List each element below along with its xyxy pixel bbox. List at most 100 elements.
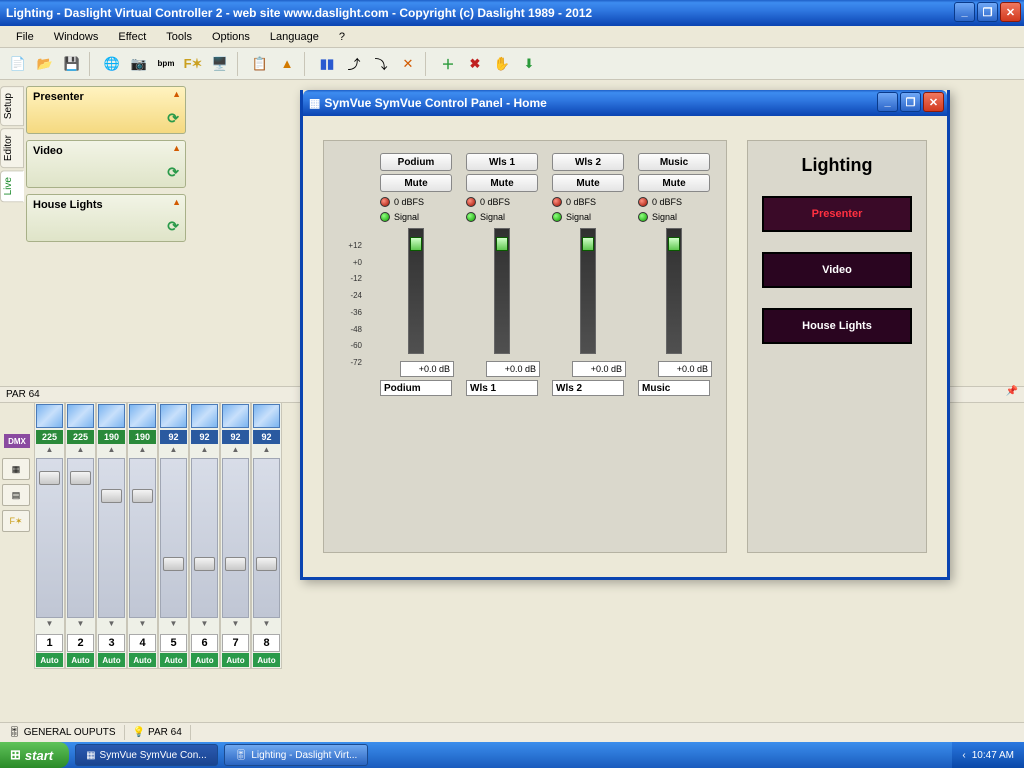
tool-camera-icon[interactable]: 📷 xyxy=(127,52,151,76)
menu-file[interactable]: File xyxy=(8,29,42,45)
vtab-setup[interactable]: Setup xyxy=(0,86,24,126)
fader-track[interactable] xyxy=(253,458,280,618)
symvue-maximize-button[interactable]: ❐ xyxy=(900,92,921,112)
channel-name-field[interactable]: Wls 1 xyxy=(466,380,538,396)
meter-slider-handle[interactable] xyxy=(582,237,594,251)
side-grid-icon[interactable]: ▦ xyxy=(2,458,30,480)
tool-export-up-icon[interactable]: ⤴ xyxy=(342,52,366,76)
menu-language[interactable]: Language xyxy=(262,29,327,45)
tool-shuffle-icon[interactable]: ✕ xyxy=(396,52,420,76)
side-panel-icon[interactable]: ▤ xyxy=(2,484,30,506)
level-meter[interactable] xyxy=(666,228,682,354)
fader-handle[interactable] xyxy=(194,557,215,571)
fader-track[interactable] xyxy=(191,458,218,618)
fader-auto-button[interactable]: Auto xyxy=(160,653,187,667)
fader-auto-button[interactable]: Auto xyxy=(222,653,249,667)
scene-presenter[interactable]: Presenter ▲ ⟳ xyxy=(26,86,186,134)
channel-name-field[interactable]: Music xyxy=(638,380,710,396)
fader-track[interactable] xyxy=(160,458,187,618)
fader-track[interactable] xyxy=(98,458,125,618)
fader-handle[interactable] xyxy=(225,557,246,571)
arrow-up-icon[interactable]: ▲ xyxy=(170,445,178,457)
lighting-video-button[interactable]: Video xyxy=(762,252,912,288)
menu-tools[interactable]: Tools xyxy=(158,29,200,45)
mute-button[interactable]: Mute xyxy=(380,174,452,192)
arrow-down-icon[interactable]: ▼ xyxy=(108,619,116,631)
channel-label-button[interactable]: Wls 2 xyxy=(552,153,624,171)
channel-name-field[interactable]: Podium xyxy=(380,380,452,396)
tool-fx-icon[interactable]: F✶ xyxy=(181,52,205,76)
tool-new-icon[interactable]: 📄 xyxy=(6,52,30,76)
fader-auto-button[interactable]: Auto xyxy=(67,653,94,667)
pushpin-icon[interactable]: 📌 xyxy=(1006,386,1018,397)
scene-video[interactable]: Video ▲ ⟳ xyxy=(26,140,186,188)
btab-general[interactable]: 🎚 GENERAL OUPUTS xyxy=(0,725,125,740)
vtab-editor[interactable]: Editor xyxy=(0,128,24,168)
fader-auto-button[interactable]: Auto xyxy=(253,653,280,667)
mute-button[interactable]: Mute xyxy=(552,174,624,192)
tool-bpm-icon[interactable]: bpm xyxy=(154,52,178,76)
fader-handle[interactable] xyxy=(70,471,91,485)
tool-page-icon[interactable]: 📋 xyxy=(248,52,272,76)
level-meter[interactable] xyxy=(408,228,424,354)
fader-handle[interactable] xyxy=(163,557,184,571)
channel-label-button[interactable]: Podium xyxy=(380,153,452,171)
level-meter[interactable] xyxy=(580,228,596,354)
scene-house-lights[interactable]: House Lights ▲ ⟳ xyxy=(26,194,186,242)
arrow-up-icon[interactable]: ▲ xyxy=(46,445,54,457)
lighting-house-button[interactable]: House Lights xyxy=(762,308,912,344)
fixture-thumb-icon[interactable] xyxy=(67,404,94,428)
fader-handle[interactable] xyxy=(132,489,153,503)
arrow-down-icon[interactable]: ▼ xyxy=(46,619,54,631)
btab-par64[interactable]: 💡 PAR 64 xyxy=(125,725,191,740)
arrow-up-icon[interactable]: ▲ xyxy=(201,445,209,457)
maximize-button[interactable]: ❐ xyxy=(977,2,998,22)
arrow-down-icon[interactable]: ▼ xyxy=(139,619,147,631)
close-button[interactable]: ✕ xyxy=(1000,2,1021,22)
vtab-live[interactable]: Live xyxy=(0,170,24,202)
channel-label-button[interactable]: Wls 1 xyxy=(466,153,538,171)
menu-windows[interactable]: Windows xyxy=(46,29,107,45)
fader-handle[interactable] xyxy=(101,489,122,503)
mute-button[interactable]: Mute xyxy=(466,174,538,192)
symvue-titlebar[interactable]: ▦ SymVue SymVue Control Panel - Home _ ❐… xyxy=(303,90,947,116)
fixture-thumb-icon[interactable] xyxy=(129,404,156,428)
task-symvue[interactable]: ▦ SymVue SymVue Con... xyxy=(75,744,218,766)
task-daslight[interactable]: 🎚 Lighting - Daslight Virt... xyxy=(224,744,369,766)
arrow-up-icon[interactable]: ▲ xyxy=(263,445,271,457)
fader-track[interactable] xyxy=(36,458,63,618)
tool-add-icon[interactable]: ＋ xyxy=(436,52,460,76)
symvue-minimize-button[interactable]: _ xyxy=(877,92,898,112)
meter-slider-handle[interactable] xyxy=(410,237,422,251)
fader-track[interactable] xyxy=(67,458,94,618)
symvue-window[interactable]: ▦ SymVue SymVue Control Panel - Home _ ❐… xyxy=(300,90,950,580)
arrow-down-icon[interactable]: ▼ xyxy=(77,619,85,631)
tool-up-icon[interactable]: ▲ xyxy=(275,52,299,76)
menu-effect[interactable]: Effect xyxy=(110,29,154,45)
fader-handle[interactable] xyxy=(256,557,277,571)
tray-chevron-icon[interactable]: ‹ xyxy=(962,750,965,761)
fixture-thumb-icon[interactable] xyxy=(191,404,218,428)
tool-export-down-icon[interactable]: ⤵ xyxy=(369,52,393,76)
meter-slider-handle[interactable] xyxy=(496,237,508,251)
tool-monitor-icon[interactable]: 🖥️ xyxy=(208,52,232,76)
menu-options[interactable]: Options xyxy=(204,29,258,45)
level-meter[interactable] xyxy=(494,228,510,354)
start-button[interactable]: ⊞ start xyxy=(0,742,69,768)
fader-auto-button[interactable]: Auto xyxy=(98,653,125,667)
tool-save-icon[interactable]: 💾 xyxy=(60,52,84,76)
arrow-up-icon[interactable]: ▲ xyxy=(77,445,85,457)
tool-delete-icon[interactable]: ✖ xyxy=(463,52,487,76)
menu-help[interactable]: ? xyxy=(331,29,353,45)
fader-handle[interactable] xyxy=(39,471,60,485)
refresh-icon[interactable]: ⟳ xyxy=(167,164,179,181)
fader-track[interactable] xyxy=(222,458,249,618)
arrow-up-icon[interactable]: ▲ xyxy=(232,445,240,457)
refresh-icon[interactable]: ⟳ xyxy=(167,110,179,127)
fader-auto-button[interactable]: Auto xyxy=(129,653,156,667)
fader-track[interactable] xyxy=(129,458,156,618)
fixture-thumb-icon[interactable] xyxy=(98,404,125,428)
mute-button[interactable]: Mute xyxy=(638,174,710,192)
arrow-up-icon[interactable]: ▲ xyxy=(139,445,147,457)
arrow-down-icon[interactable]: ▼ xyxy=(201,619,209,631)
